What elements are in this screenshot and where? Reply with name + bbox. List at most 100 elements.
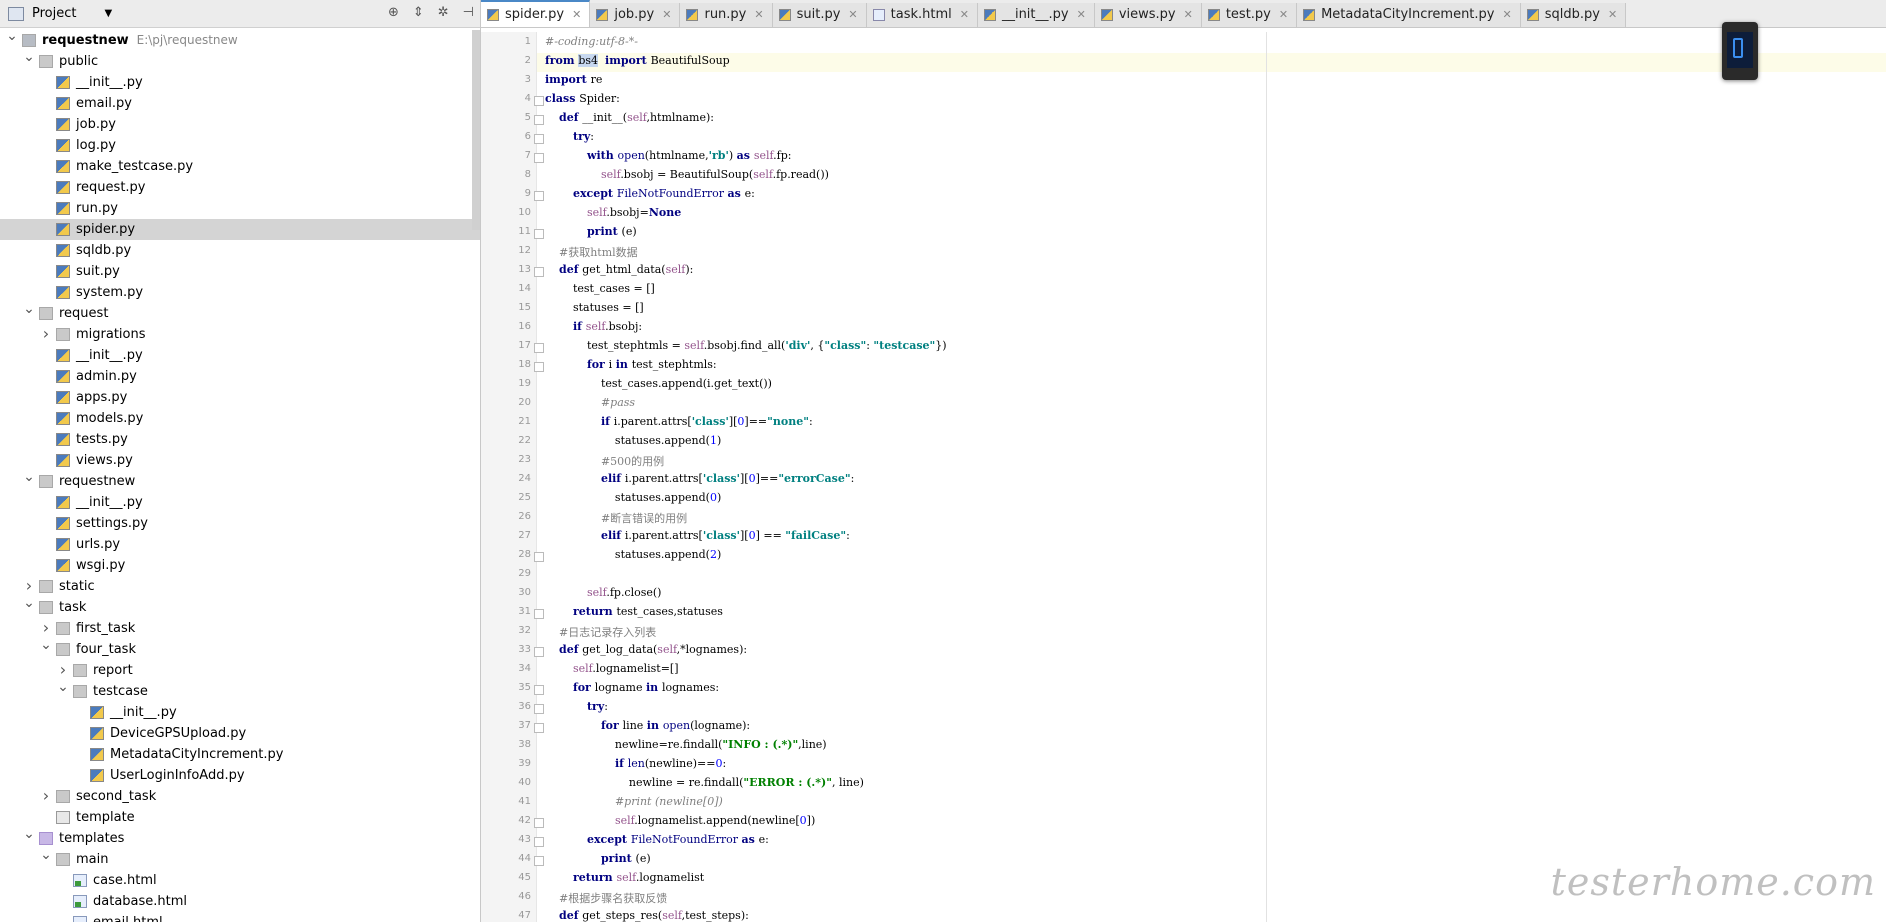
fold-marker-icon[interactable]	[534, 229, 544, 239]
chevron-down-icon[interactable]: ⌄	[57, 677, 69, 698]
close-icon[interactable]: ✕	[572, 3, 581, 27]
tree-item[interactable]: __init__.py	[0, 702, 480, 723]
tree-item[interactable]: ⌄ testcase	[0, 679, 480, 702]
tree-item[interactable]: suit.py	[0, 261, 480, 282]
tree-item[interactable]: › migrations	[0, 324, 480, 345]
project-panel-title[interactable]: Project	[32, 6, 76, 21]
close-icon[interactable]: ✕	[1503, 3, 1512, 27]
tree-item[interactable]: database.html	[0, 891, 480, 912]
tree-item[interactable]: __init__.py	[0, 492, 480, 513]
tree-item[interactable]: email.py	[0, 93, 480, 114]
chevron-down-icon[interactable]: ⌄	[40, 635, 52, 656]
close-icon[interactable]: ✕	[960, 3, 969, 27]
tree-item[interactable]: ⌄ requestnew E:\pj\requestnew	[0, 28, 480, 51]
editor-tab[interactable]: __init__.py ✕	[977, 3, 1095, 27]
fold-marker-icon[interactable]	[534, 723, 544, 733]
chevron-down-icon[interactable]: ▼	[104, 8, 112, 19]
fold-marker-icon[interactable]	[534, 153, 544, 163]
tree-item[interactable]: urls.py	[0, 534, 480, 555]
close-icon[interactable]: ✕	[1184, 3, 1193, 27]
tree-item[interactable]: tests.py	[0, 429, 480, 450]
fold-marker-icon[interactable]	[534, 704, 544, 714]
tree-item[interactable]: __init__.py	[0, 72, 480, 93]
fold-marker-icon[interactable]	[534, 685, 544, 695]
close-icon[interactable]: ✕	[662, 3, 671, 27]
tree-item[interactable]: wsgi.py	[0, 555, 480, 576]
tree-item[interactable]: case.html	[0, 870, 480, 891]
gear-icon[interactable]: ✲	[438, 5, 449, 20]
tree-item[interactable]: › first_task	[0, 618, 480, 639]
chevron-down-icon[interactable]: ⌄	[23, 824, 35, 845]
sync-icon[interactable]: ⊕	[388, 5, 399, 20]
chevron-right-icon[interactable]: ›	[40, 323, 52, 344]
tree-item[interactable]: ⌄ public	[0, 49, 480, 72]
fold-marker-icon[interactable]	[534, 134, 544, 144]
tree-item[interactable]: __init__.py	[0, 345, 480, 366]
editor-tab[interactable]: sqldb.py ✕	[1520, 3, 1627, 27]
tree-item[interactable]: ⌄ four_task	[0, 637, 480, 660]
tree-item[interactable]: system.py	[0, 282, 480, 303]
chevron-down-icon[interactable]: ⌄	[23, 593, 35, 614]
chevron-down-icon[interactable]: ⌄	[23, 299, 35, 320]
editor-tab[interactable]: test.py ✕	[1201, 3, 1298, 27]
fold-marker-icon[interactable]	[534, 856, 544, 866]
editor-tab[interactable]: MetadataCityIncrement.py ✕	[1297, 3, 1521, 27]
fold-marker-icon[interactable]	[534, 115, 544, 125]
tree-item[interactable]: apps.py	[0, 387, 480, 408]
fold-marker-icon[interactable]	[534, 96, 544, 106]
fold-marker-icon[interactable]	[534, 647, 544, 657]
fold-marker-icon[interactable]	[534, 552, 544, 562]
fold-marker-icon[interactable]	[534, 191, 544, 201]
fold-marker-icon[interactable]	[534, 609, 544, 619]
tree-item[interactable]: make_testcase.py	[0, 156, 480, 177]
editor-tab[interactable]: spider.py ✕	[481, 0, 591, 27]
tree-item[interactable]: UserLoginInfoAdd.py	[0, 765, 480, 786]
chevron-down-icon[interactable]: ⌄	[6, 26, 18, 47]
tree-item[interactable]: MetadataCityIncrement.py	[0, 744, 480, 765]
fold-marker-icon[interactable]	[534, 267, 544, 277]
fold-marker-icon[interactable]	[534, 362, 544, 372]
editor-tab[interactable]: task.html ✕	[866, 3, 978, 27]
tree-item[interactable]: models.py	[0, 408, 480, 429]
close-icon[interactable]: ✕	[1279, 3, 1288, 27]
tree-scrollbar[interactable]	[472, 30, 480, 230]
tree-item[interactable]: ⌄ templates	[0, 826, 480, 849]
tree-item[interactable]: job.py	[0, 114, 480, 135]
fold-marker-icon[interactable]	[534, 837, 544, 847]
tree-item[interactable]: sqldb.py	[0, 240, 480, 261]
chevron-right-icon[interactable]: ›	[40, 785, 52, 806]
tree-item[interactable]: ⌄ requestnew	[0, 469, 480, 492]
hide-panel-icon[interactable]: ⊣	[463, 5, 474, 20]
tree-item[interactable]: ⌄ task	[0, 595, 480, 618]
fold-marker-icon[interactable]	[534, 343, 544, 353]
tree-item[interactable]: › report	[0, 660, 480, 681]
tree-item[interactable]: ⌄ main	[0, 847, 480, 870]
fold-marker-icon[interactable]	[534, 818, 544, 828]
tree-item[interactable]: request.py	[0, 177, 480, 198]
tree-item[interactable]: DeviceGPSUpload.py	[0, 723, 480, 744]
tree-item[interactable]: admin.py	[0, 366, 480, 387]
close-icon[interactable]: ✕	[1608, 3, 1617, 27]
editor-tab[interactable]: job.py ✕	[590, 3, 681, 27]
tree-item[interactable]: email.html	[0, 912, 480, 922]
tree-item[interactable]: views.py	[0, 450, 480, 471]
code-editor[interactable]: 1 2 3 4 5 6 7 8 9 10 11 12 13 14 15 16 17 18 19 20 21 22 23 24 2…	[481, 32, 1886, 922]
editor-tab[interactable]: views.py ✕	[1094, 3, 1202, 27]
chevron-down-icon[interactable]: ⌄	[23, 467, 35, 488]
tree-item[interactable]: ⌄ request	[0, 301, 480, 324]
tree-item[interactable]: settings.py	[0, 513, 480, 534]
tree-item[interactable]: run.py	[0, 198, 480, 219]
tree-item[interactable]: › static	[0, 576, 480, 597]
collapse-all-icon[interactable]: ⇕	[413, 5, 424, 20]
close-icon[interactable]: ✕	[1077, 3, 1086, 27]
close-icon[interactable]: ✕	[848, 3, 857, 27]
tree-item[interactable]: spider.py	[0, 219, 480, 240]
chevron-down-icon[interactable]: ⌄	[23, 47, 35, 68]
tree-item[interactable]: › second_task	[0, 786, 480, 807]
chevron-down-icon[interactable]: ⌄	[40, 845, 52, 866]
tree-item[interactable]: template	[0, 807, 480, 828]
tree-item[interactable]: log.py	[0, 135, 480, 156]
close-icon[interactable]: ✕	[754, 3, 763, 27]
editor-tab[interactable]: run.py ✕	[680, 3, 773, 27]
editor-tab[interactable]: suit.py ✕	[772, 3, 867, 27]
